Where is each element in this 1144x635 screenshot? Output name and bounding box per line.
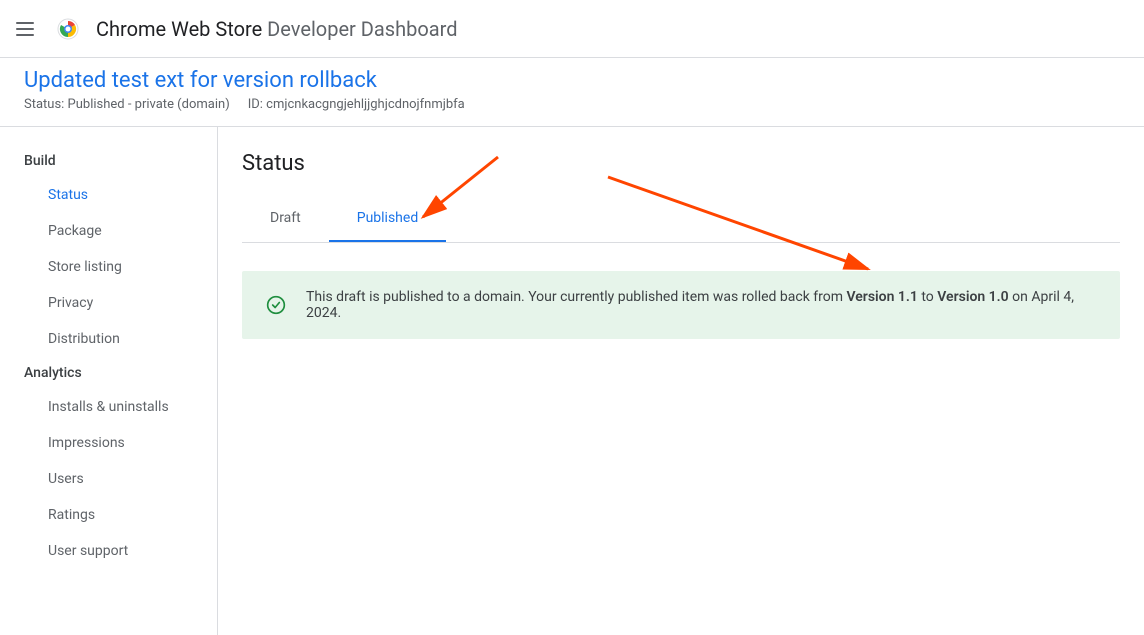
header-title: Chrome Web Store Developer Dashboard (96, 17, 458, 41)
status-alert: This draft is published to a domain. You… (242, 271, 1120, 339)
sidebar: Build Status Package Store listing Priva… (0, 127, 218, 635)
sidebar-item-distribution[interactable]: Distribution (0, 321, 217, 357)
extension-name-link[interactable]: Updated test ext for version rollback (24, 68, 1120, 93)
status-tabs: Draft Published (242, 196, 1120, 243)
alert-text: This draft is published to a domain. You… (306, 289, 1096, 321)
main-content: Status Draft Published This draft is pub… (218, 127, 1144, 635)
sidebar-item-package[interactable]: Package (0, 213, 217, 249)
sidebar-item-privacy[interactable]: Privacy (0, 285, 217, 321)
sidebar-item-users[interactable]: Users (0, 461, 217, 497)
alert-version-to: Version 1.0 (937, 289, 1008, 305)
sidebar-item-store-listing[interactable]: Store listing (0, 249, 217, 285)
page-title: Status (242, 151, 1120, 176)
app-header: Chrome Web Store Developer Dashboard (0, 0, 1144, 58)
tab-draft[interactable]: Draft (242, 196, 329, 242)
chrome-web-store-logo (56, 17, 80, 41)
header-title-light: Developer Dashboard (267, 17, 457, 41)
extension-subheader: Updated test ext for version rollback St… (0, 58, 1144, 127)
sidebar-item-user-support[interactable]: User support (0, 533, 217, 569)
alert-version-from: Version 1.1 (846, 289, 917, 305)
sidebar-item-impressions[interactable]: Impressions (0, 425, 217, 461)
sidebar-section-analytics: Analytics (0, 357, 217, 389)
extension-meta: Status: Published - private (domain) ID:… (24, 97, 1120, 112)
tab-published[interactable]: Published (329, 196, 446, 242)
extension-id: ID: cmjcnkacgngjehljjghjcdnojfnmjbfa (248, 97, 465, 112)
menu-icon[interactable] (16, 17, 40, 41)
extension-status: Status: Published - private (domain) (24, 97, 230, 112)
sidebar-item-status[interactable]: Status (0, 177, 217, 213)
sidebar-item-installs[interactable]: Installs & uninstalls (0, 389, 217, 425)
sidebar-item-ratings[interactable]: Ratings (0, 497, 217, 533)
header-title-strong: Chrome Web Store (96, 17, 262, 41)
alert-prefix: This draft is published to a domain. You… (306, 289, 846, 305)
check-circle-icon (266, 295, 286, 315)
alert-mid: to (918, 289, 937, 305)
sidebar-section-build: Build (0, 145, 217, 177)
